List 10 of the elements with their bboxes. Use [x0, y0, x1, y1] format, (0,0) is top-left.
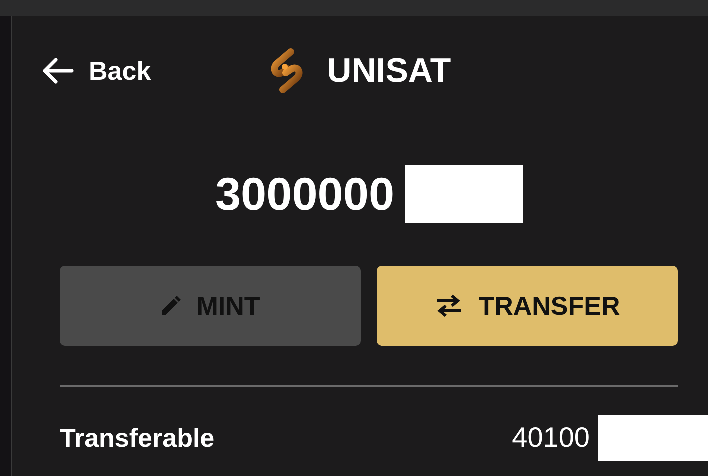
back-button[interactable]: Back: [41, 56, 152, 86]
transferable-label: Transferable: [60, 422, 215, 454]
brand-name: UNISAT: [327, 52, 452, 90]
logo-icon: [269, 48, 306, 94]
balance-amount: 3000000: [215, 167, 395, 221]
swap-arrows-icon: [434, 294, 463, 318]
transferable-amount: 40100: [512, 422, 590, 454]
back-arrow-icon: [41, 57, 75, 85]
pencil-icon: [160, 296, 181, 316]
transfer-button[interactable]: TRANSFER: [377, 266, 678, 346]
